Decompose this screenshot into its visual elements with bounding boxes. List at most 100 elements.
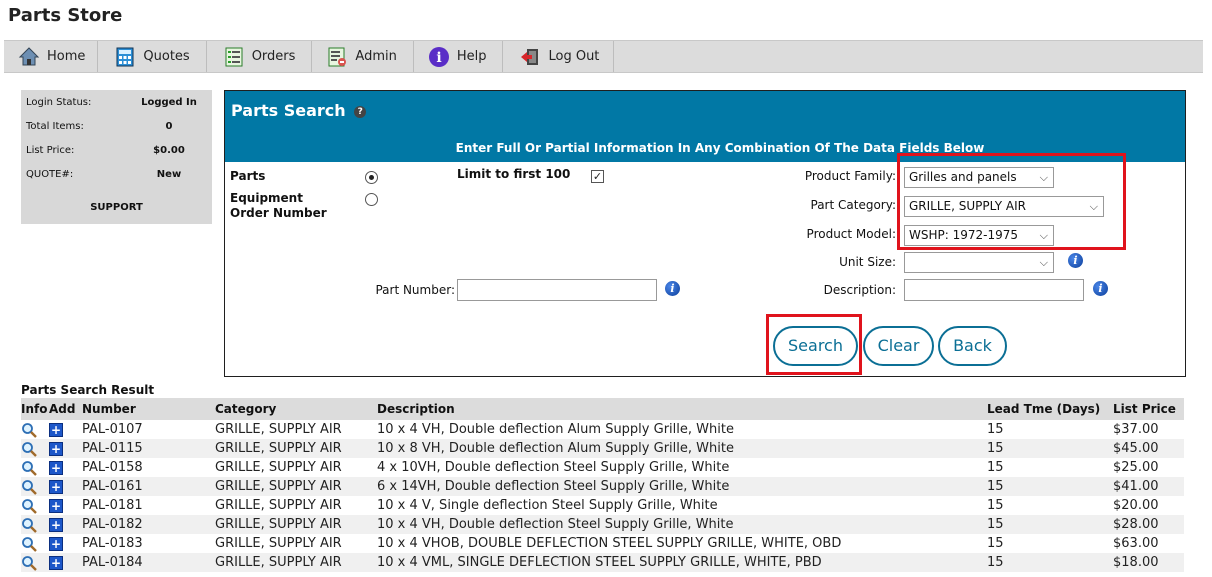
table-row: + PAL-0161 GRILLE, SUPPLY AIR 6 x 14VH, Dou… (21, 477, 1184, 496)
lead-time-cell: 15 (987, 498, 1004, 513)
col-info: Info (21, 398, 49, 420)
clear-button[interactable]: Clear (863, 326, 934, 366)
back-button[interactable]: Back (938, 326, 1007, 366)
add-plus-icon[interactable]: + (49, 460, 63, 475)
limit-checkbox[interactable]: ✓ (591, 170, 604, 183)
part-number-cell: PAL-0161 (82, 477, 215, 496)
col-category: Category (215, 398, 377, 420)
category-cell: GRILLE, SUPPLY AIR (215, 422, 342, 437)
magnifier-icon[interactable] (21, 460, 37, 476)
results-table: Info Add Number Category Description Lea… (21, 398, 1184, 572)
description-info-icon[interactable]: i (1093, 281, 1108, 296)
add-plus-icon[interactable]: + (49, 441, 63, 456)
add-cell: + (49, 477, 82, 496)
category-cell: GRILLE, SUPPLY AIR (215, 536, 342, 551)
help-icon: i (428, 46, 450, 68)
lead-time-cell: 15 (987, 536, 1004, 551)
radio-parts[interactable] (365, 171, 378, 184)
list-price-cell: $18.00 (1113, 553, 1184, 572)
part-number-input[interactable] (457, 279, 657, 301)
home-icon (18, 46, 40, 68)
parts-search-header: Parts Search ? Enter Full Or Partial Inf… (225, 91, 1185, 162)
nav-help[interactable]: i Help (414, 41, 504, 72)
description-label: Description: (823, 283, 896, 297)
part-number-info-icon[interactable]: i (665, 281, 680, 296)
nav-quotes-label: Quotes (143, 49, 190, 64)
question-help-icon[interactable]: ? (354, 105, 367, 118)
support-link[interactable]: SUPPORT (21, 202, 212, 213)
table-row: + PAL-0158 GRILLE, SUPPLY AIR 4 x 10VH, Dou… (21, 458, 1184, 477)
app-title: Parts Store (8, 5, 123, 26)
description-input[interactable] (904, 279, 1084, 301)
add-plus-icon[interactable]: + (49, 555, 63, 570)
category-cell: GRILLE, SUPPLY AIR (215, 515, 377, 534)
magnifier-icon[interactable] (21, 479, 37, 495)
table-row: + PAL-0183 GRILLE, SUPPLY AIR 10 x 4 VHOB, … (21, 534, 1184, 553)
total-items-label: Total Items: (26, 121, 84, 132)
add-cell: + (49, 458, 82, 477)
add-cell: + (49, 439, 82, 458)
info-cell (21, 458, 49, 477)
info-cell (21, 420, 49, 439)
magnifier-icon[interactable] (21, 441, 37, 457)
table-row: + PAL-0184 GRILLE, SUPPLY AIR 10 x 4 VML, S… (21, 553, 1184, 572)
part-number-label: Part Number: (375, 283, 455, 297)
magnifier-icon[interactable] (21, 555, 37, 571)
category-cell: GRILLE, SUPPLY AIR (215, 553, 377, 572)
radio-parts-label: Parts (230, 169, 266, 183)
nav-logout[interactable]: Log Out (503, 41, 615, 72)
highlight-filters-box (897, 153, 1126, 250)
add-plus-icon[interactable]: + (49, 422, 63, 437)
add-plus-icon[interactable]: + (49, 517, 63, 532)
lead-time-cell: 15 (987, 553, 1113, 572)
info-cell (21, 439, 49, 458)
table-row: + PAL-0107 GRILLE, SUPPLY AIR 10 x 4 VH, Do… (21, 420, 1184, 439)
magnifier-icon[interactable] (21, 422, 37, 438)
magnifier-icon[interactable] (21, 498, 37, 514)
radio-equipment-label: Equipment Order Number (230, 191, 327, 220)
nav-home-label: Home (47, 49, 86, 64)
add-plus-icon[interactable]: + (49, 498, 63, 513)
category-cell: GRILLE, SUPPLY AIR (215, 439, 377, 458)
nav-home[interactable]: Home (4, 41, 99, 72)
product-model-label: Product Model: (806, 227, 896, 241)
unit-size-info-icon[interactable]: i (1068, 253, 1083, 268)
add-cell: + (49, 496, 82, 515)
quote-number-row: QUOTE#: New (26, 169, 204, 180)
lead-time-cell: 15 (987, 439, 1113, 458)
nav-orders[interactable]: Orders (207, 41, 313, 72)
description-cell: 10 x 4 VH, Double deflection Alum Supply… (377, 422, 734, 437)
total-items-row: Total Items: 0 (26, 121, 204, 132)
add-cell: + (49, 515, 82, 534)
description-cell: 6 x 14VH, Double deflection Steel Supply… (377, 477, 987, 496)
table-row: + PAL-0182 GRILLE, SUPPLY AIR 10 x 4 VH, Do… (21, 515, 1184, 534)
list-price-cell: $37.00 (1113, 422, 1159, 437)
add-plus-icon[interactable]: + (49, 536, 63, 551)
list-price-cell: $41.00 (1113, 477, 1184, 496)
quote-number-label: QUOTE#: (26, 169, 74, 180)
add-plus-icon[interactable]: + (49, 479, 63, 494)
description-cell: 10 x 4 V, Single deflection Steel Supply… (377, 498, 718, 513)
part-number-cell: PAL-0182 (82, 515, 215, 534)
nav-help-label: Help (456, 49, 487, 64)
nav-admin[interactable]: Admin (312, 41, 414, 72)
nav-quotes[interactable]: Quotes (98, 41, 207, 72)
list-price-cell: $45.00 (1113, 439, 1184, 458)
admin-icon (326, 46, 348, 68)
magnifier-icon[interactable] (21, 536, 37, 552)
unit-size-select[interactable]: ⌵ (904, 252, 1054, 273)
list-price-cell: $63.00 (1113, 536, 1159, 551)
part-number-cell: PAL-0184 (82, 553, 215, 572)
total-items-value: 0 (165, 121, 173, 132)
add-cell: + (49, 420, 82, 439)
col-number: Number (82, 398, 215, 420)
description-cell: 4 x 10VH, Double deflection Steel Supply… (377, 460, 730, 475)
part-number-cell: PAL-0115 (82, 439, 215, 458)
login-status-label: Login Status: (26, 97, 92, 108)
add-cell: + (49, 553, 82, 572)
login-status-value: Logged In (141, 97, 197, 108)
login-status-row: Login Status: Logged In (26, 97, 204, 108)
info-cell (21, 496, 49, 515)
magnifier-icon[interactable] (21, 517, 37, 533)
radio-equipment-order[interactable] (365, 193, 378, 206)
